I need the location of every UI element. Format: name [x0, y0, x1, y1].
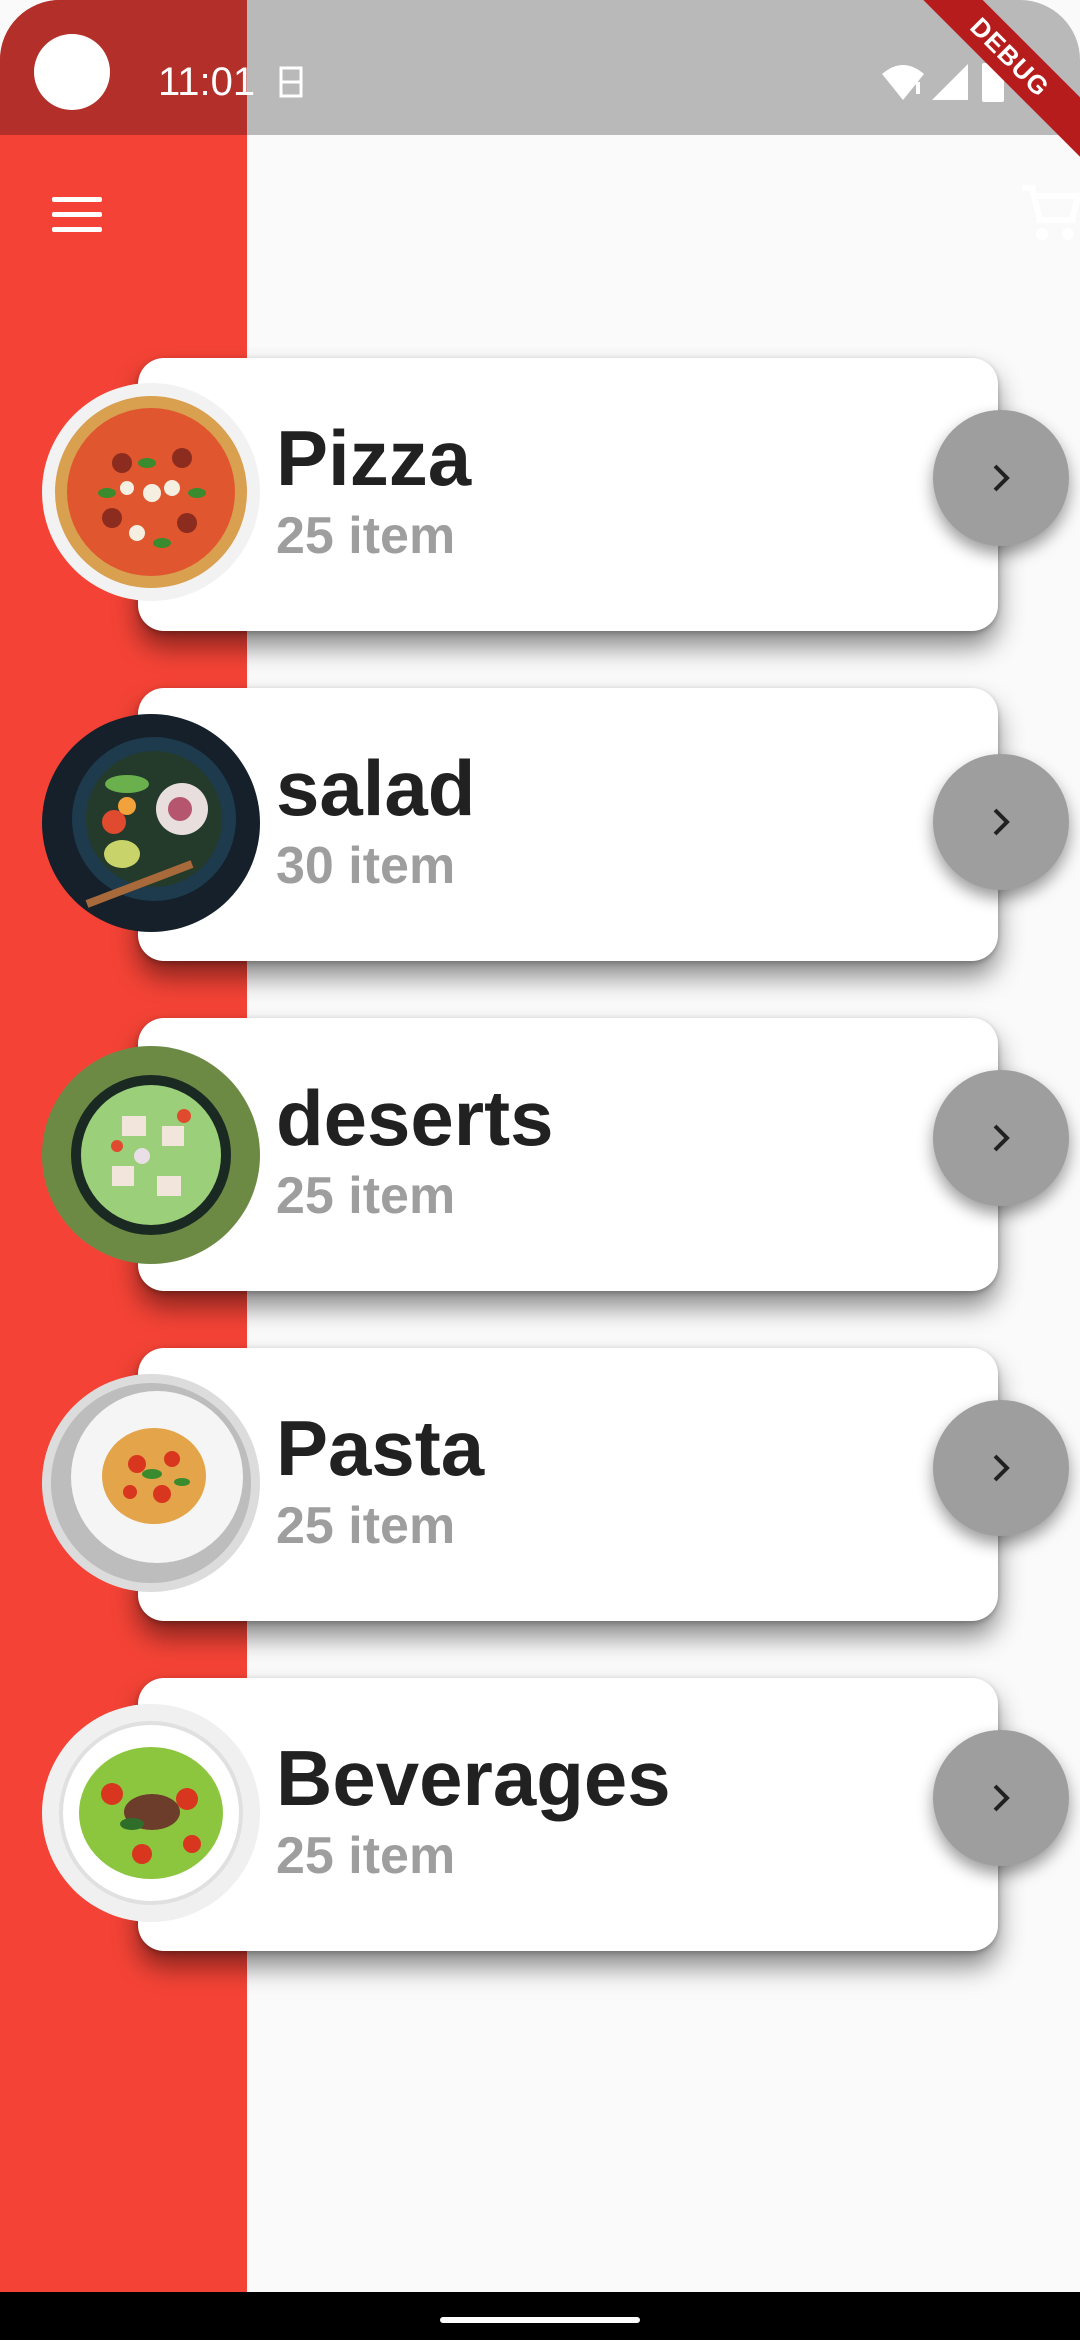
open-category-button[interactable] [933, 754, 1069, 890]
open-category-button[interactable] [933, 410, 1069, 546]
pasta-plate-thumbnail [42, 1374, 260, 1592]
wifi-icon [882, 65, 924, 100]
chevron-right-icon [993, 808, 1010, 836]
category-item-count: 25 item [276, 507, 456, 565]
dessert-salad-thumbnail [42, 1046, 260, 1264]
system-navigation-bar [0, 2292, 1080, 2340]
menu-icon-line [52, 212, 102, 217]
camera-cutout [34, 34, 110, 110]
category-card-salad[interactable]: salad 30 item [138, 688, 998, 961]
menu-icon-line [52, 227, 102, 232]
home-gesture-handle[interactable] [440, 2317, 640, 2323]
status-time: 11:01 [158, 60, 256, 104]
category-card-pizza[interactable]: Pizza 25 item [138, 358, 998, 631]
chevron-right-icon [993, 1454, 1010, 1482]
menu-icon [52, 197, 102, 202]
category-item-count: 25 item [276, 1497, 456, 1555]
category-title: salad [276, 744, 476, 832]
pizza-thumbnail [42, 383, 260, 601]
app-screen: 11:01 DEBUG Pizza 25 item salad 30 item … [0, 0, 1080, 2340]
category-card-pasta[interactable]: Pasta 25 item [138, 1348, 998, 1621]
category-card-beverages[interactable]: Beverages 25 item [138, 1678, 998, 1951]
chevron-right-icon [993, 1784, 1010, 1812]
category-title: deserts [276, 1074, 554, 1162]
menu-button[interactable] [40, 185, 115, 245]
open-category-button[interactable] [933, 1400, 1069, 1536]
category-title: Pasta [276, 1404, 485, 1492]
open-category-button[interactable] [933, 1730, 1069, 1866]
open-category-button[interactable] [933, 1070, 1069, 1206]
garden-salad-thumbnail [42, 1704, 260, 1922]
sim-icon [279, 66, 303, 98]
category-item-count: 30 item [276, 837, 456, 895]
chevron-right-icon [993, 464, 1010, 492]
category-card-deserts[interactable]: deserts 25 item [138, 1018, 998, 1291]
category-item-count: 25 item [276, 1827, 456, 1885]
status-bar: 11:01 DEBUG [0, 0, 1080, 171]
cellular-signal-icon [932, 64, 968, 100]
chevron-right-icon [993, 1124, 1010, 1152]
salad-bowl-thumbnail [42, 714, 260, 932]
category-title: Beverages [276, 1734, 671, 1822]
category-title: Pizza [276, 414, 472, 502]
category-item-count: 25 item [276, 1167, 456, 1225]
shopping-cart-icon[interactable] [1018, 182, 1080, 244]
